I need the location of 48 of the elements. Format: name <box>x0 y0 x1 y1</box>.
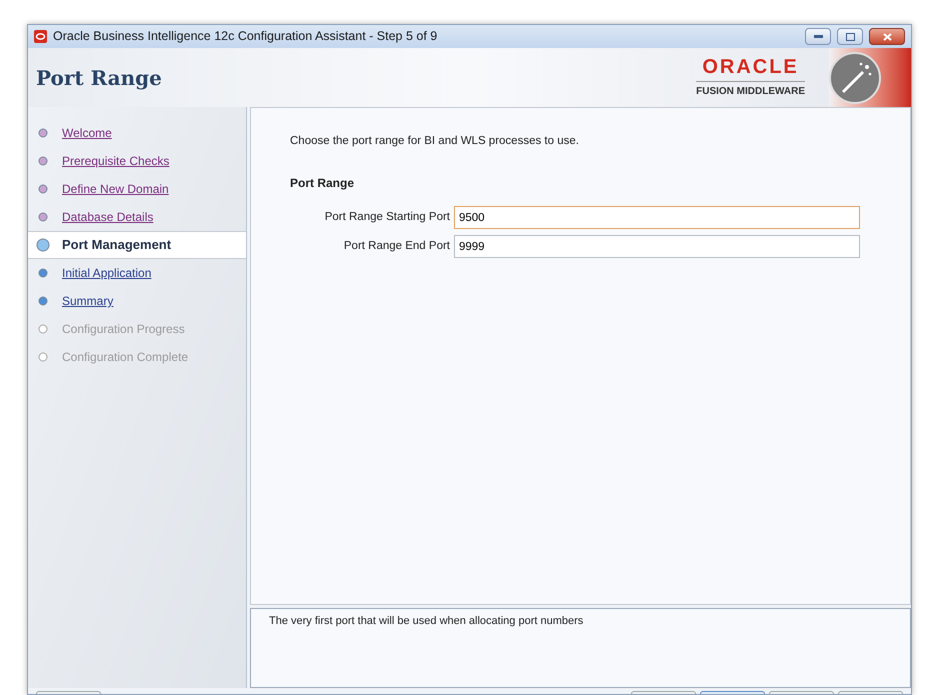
step-node-icon <box>36 266 50 280</box>
step-item[interactable]: Welcome <box>28 119 246 147</box>
step-item[interactable]: Database Details <box>28 203 246 231</box>
brand-subtitle: FUSION MIDDLEWARE <box>696 80 805 98</box>
step-label: Define New Domain <box>62 181 169 198</box>
step-item[interactable]: Port Management <box>28 231 246 259</box>
window-title: Oracle Business Intelligence 12c Configuration Assistant - Step 5 of 9 <box>53 28 438 46</box>
step-label: Port Management <box>62 236 172 254</box>
minimize-button[interactable] <box>805 28 831 45</box>
port-field[interactable]: 9500 <box>454 206 860 230</box>
step-item[interactable]: Define New Domain <box>28 175 246 203</box>
step-item[interactable]: Prerequisite Checks <box>28 147 246 175</box>
step-item[interactable]: Summary <box>28 287 246 315</box>
step-label: Database Details <box>62 209 154 226</box>
intro-text: Choose the port range for BI and WLS processes to use. <box>290 134 580 149</box>
step-label: Configuration Complete <box>62 349 188 366</box>
app-logo-icon <box>34 30 47 43</box>
step-node-icon <box>36 126 50 140</box>
brand-logo: ORACLE <box>702 56 799 76</box>
port-field[interactable]: 9999 <box>454 235 860 258</box>
step-node-icon <box>36 294 50 308</box>
maximize-icon <box>846 32 854 40</box>
page-title: Port Range <box>36 64 162 92</box>
step-item[interactable]: Initial Application <box>28 259 246 287</box>
step-node-icon <box>36 210 50 224</box>
step-label: Prerequisite Checks <box>62 153 170 170</box>
wizard-button[interactable] <box>36 691 101 694</box>
step-label: Summary <box>62 293 114 310</box>
minimize-icon <box>814 35 822 38</box>
step-node-icon <box>36 182 50 196</box>
wizard-button[interactable] <box>700 691 765 694</box>
step-label: Initial Application <box>62 265 152 282</box>
wizard-button[interactable] <box>631 691 696 694</box>
step-node-icon <box>36 322 50 336</box>
step-node-icon <box>36 350 50 364</box>
close-button[interactable] <box>869 28 905 45</box>
field-label: Port Range End Port <box>342 239 450 254</box>
wizard-button[interactable] <box>838 691 903 694</box>
wizard-button[interactable] <box>769 691 834 694</box>
step-node-icon <box>36 238 50 252</box>
step-label: Welcome <box>62 125 112 142</box>
maximize-button[interactable] <box>837 28 863 45</box>
section-heading: Port Range <box>290 175 356 192</box>
close-icon <box>882 32 892 40</box>
help-text: The very first port that will be used when allocating port numbers <box>269 614 584 629</box>
field-label: Port Range Starting Port <box>324 210 450 226</box>
step-label: Configuration Progress <box>62 321 185 338</box>
step-node-icon <box>36 154 50 168</box>
